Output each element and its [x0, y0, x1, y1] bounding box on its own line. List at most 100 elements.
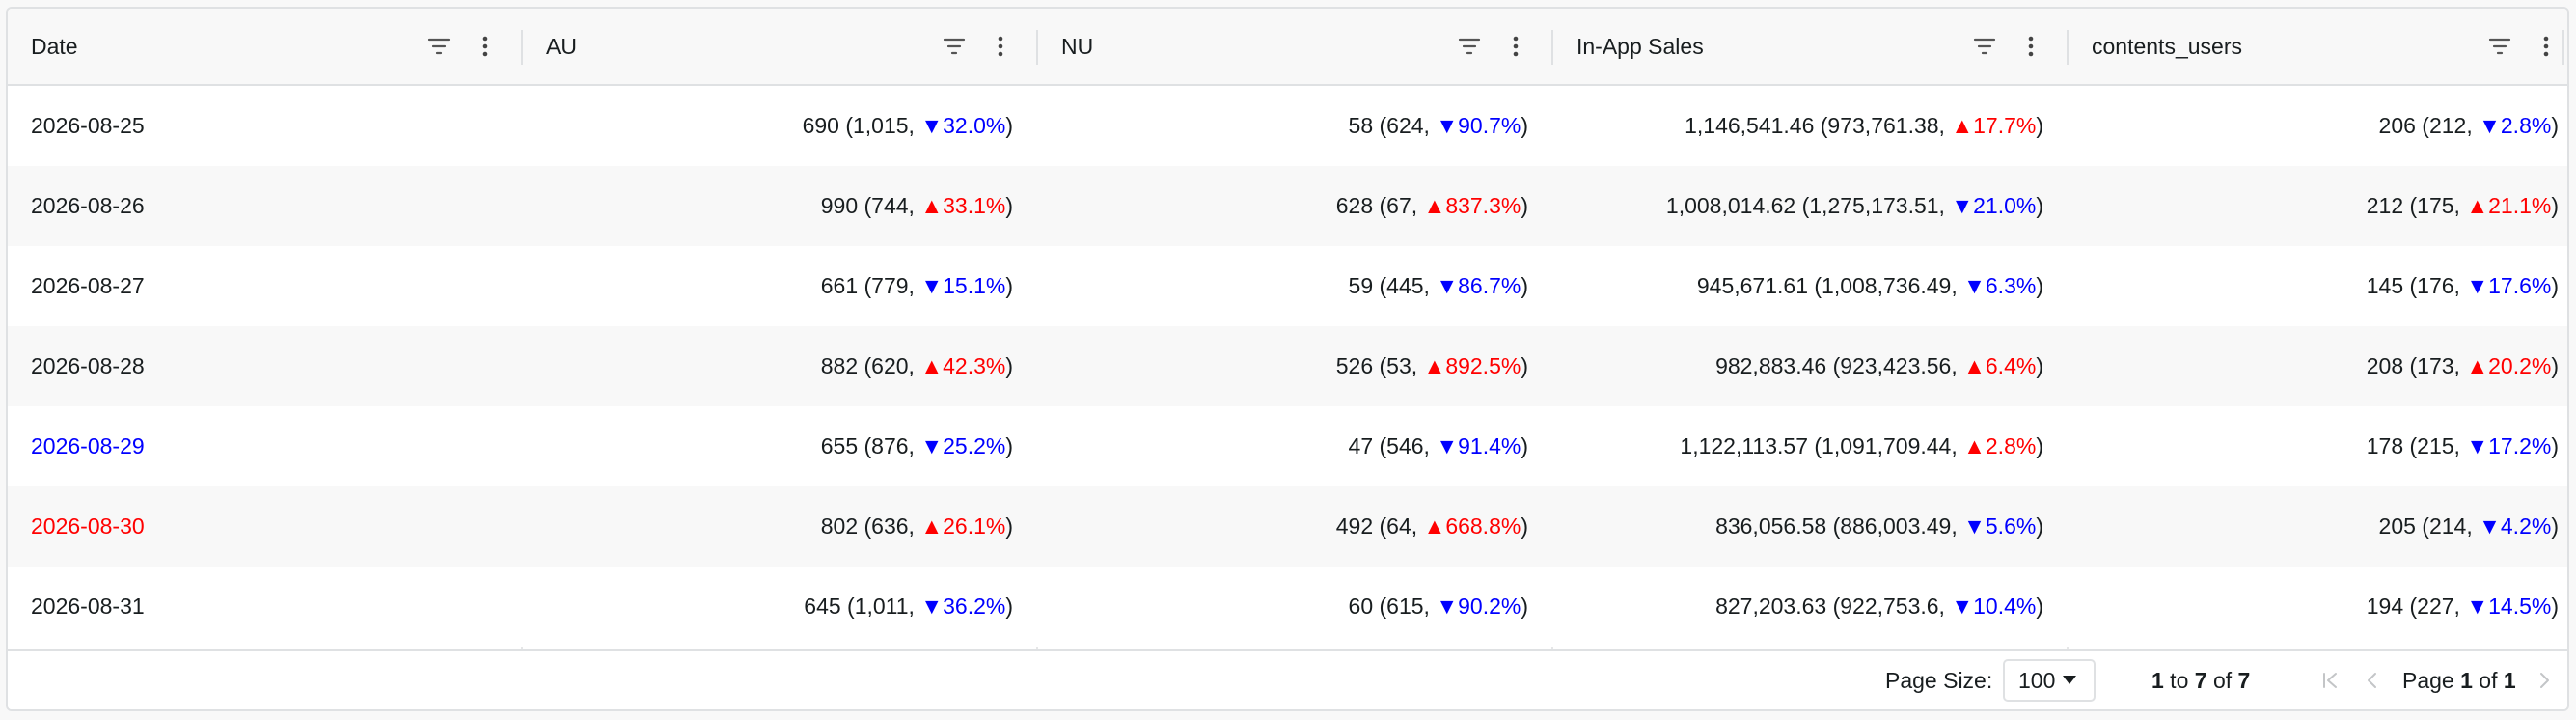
metric-cell[interactable]: 690 (1,015, ▼ 32.0%) — [523, 86, 1036, 166]
triangle-up-icon: ▲ — [920, 513, 944, 539]
metric-cell[interactable]: 208 (173, ▲ 20.2%) — [2069, 326, 2567, 406]
vertical-dots-menu-icon[interactable] — [471, 32, 500, 61]
next-page-icon[interactable] — [2532, 668, 2557, 693]
metric-cell[interactable]: 645 (1,011, ▼ 36.2%) — [523, 567, 1036, 647]
change-percent: 14.5% — [2488, 594, 2552, 619]
metric-cell[interactable]: 802 (636, ▲ 26.1%) — [523, 486, 1036, 567]
metric-value: 990 (744, — [820, 193, 921, 218]
date-cell[interactable]: 2026-08-28 — [8, 326, 521, 406]
header-cell-in-app-sales[interactable]: In-App Sales — [1553, 9, 2067, 84]
filter-icon[interactable] — [425, 32, 453, 61]
close-paren: ) — [1521, 433, 1528, 458]
metric-value: 628 (67, — [1335, 193, 1424, 218]
date-cell[interactable]: 2026-08-29 — [8, 406, 521, 486]
vertical-dots-menu-icon[interactable] — [986, 32, 1015, 61]
date-cell[interactable]: 2026-08-31 — [8, 567, 521, 647]
header-cell-contents-users[interactable]: contents_users — [2069, 9, 2567, 84]
metric-cell[interactable]: 661 (779, ▼ 15.1%) — [523, 246, 1036, 326]
filter-icon[interactable] — [1970, 32, 1999, 61]
metric-cell[interactable]: 178 (215, ▼ 17.2%) — [2069, 406, 2567, 486]
metric-cell[interactable]: 1,122,113.57 (1,091,709.44, ▲ 2.8%) — [1553, 406, 2067, 486]
metric-cell[interactable]: 982,883.46 (923,423.56, ▲ 6.4%) — [1553, 326, 2067, 406]
page-size-select[interactable]: 100 — [2003, 659, 2096, 702]
metric-value: 661 (779, — [820, 273, 921, 298]
metric-cell[interactable]: 836,056.58 (886,003.49, ▼ 5.6%) — [1553, 486, 2067, 567]
metric-cell[interactable]: 1,146,541.46 (973,761.38, ▲ 17.7%) — [1553, 86, 2067, 166]
metric-cell[interactable]: 47 (546, ▼ 91.4%) — [1038, 406, 1551, 486]
metric-cell[interactable]: 1,008,014.62 (1,275,173.51, ▼ 21.0%) — [1553, 166, 2067, 246]
previous-page-icon[interactable] — [2360, 668, 2385, 693]
triangle-down-icon: ▼ — [920, 113, 944, 138]
row-range-last: 7 — [2194, 668, 2207, 693]
triangle-up-icon: ▲ — [2466, 193, 2489, 218]
header-separator[interactable] — [2562, 30, 2564, 65]
filter-icon[interactable] — [940, 32, 969, 61]
metric-cell[interactable]: 827,203.63 (922,753.6, ▼ 10.4%) — [1553, 567, 2067, 647]
change-percent: 17.7% — [1973, 113, 2037, 138]
page-indicator: Page 1 of 1 — [2402, 668, 2516, 694]
vertical-dots-menu-icon[interactable] — [2532, 32, 2561, 61]
close-paren: ) — [1005, 353, 1013, 378]
page-of: of — [2472, 668, 2504, 693]
change-percent: 668.8% — [1445, 513, 1521, 539]
header-label: Date — [31, 33, 78, 59]
close-paren: ) — [2036, 193, 2043, 218]
change-percent: 26.1% — [943, 513, 1006, 539]
metric-value: 945,671.61 (1,008,736.49, — [1696, 273, 1964, 298]
change-percent: 33.1% — [943, 193, 1006, 218]
metric-value: 60 (615, — [1348, 594, 1437, 619]
change-percent: 4.2% — [2500, 513, 2552, 539]
close-paren: ) — [2036, 594, 2043, 619]
metric-cell[interactable]: 212 (175, ▲ 21.1%) — [2069, 166, 2567, 246]
metric-cell[interactable]: 194 (227, ▼ 14.5%) — [2069, 567, 2567, 647]
metric-cell[interactable]: 882 (620, ▲ 42.3%) — [523, 326, 1036, 406]
metric-cell[interactable]: 628 (67, ▲ 837.3%) — [1038, 166, 1551, 246]
page-total: 1 — [2503, 668, 2516, 693]
metric-cell[interactable]: 59 (445, ▼ 86.7%) — [1038, 246, 1551, 326]
metric-value: 882 (620, — [820, 353, 921, 378]
date-cell[interactable]: 2026-08-26 — [8, 166, 521, 246]
close-paren: ) — [2036, 513, 2043, 539]
table-row: 2026-08-29 655 (876, ▼ 25.2%) 47 (546, ▼ 91.… — [8, 406, 2567, 486]
metric-value: 492 (64, — [1335, 513, 1424, 539]
filter-icon[interactable] — [1455, 32, 1484, 61]
metric-cell[interactable]: 145 (176, ▼ 17.6%) — [2069, 246, 2567, 326]
metric-cell[interactable]: 205 (214, ▼ 4.2%) — [2069, 486, 2567, 567]
metric-cell[interactable]: 655 (876, ▼ 25.2%) — [523, 406, 1036, 486]
triangle-down-icon: ▼ — [2466, 433, 2489, 458]
header-cell-au[interactable]: AU — [523, 9, 1036, 84]
caret-down-icon — [2063, 676, 2076, 684]
close-paren: ) — [2551, 513, 2559, 539]
header-cell-nu[interactable]: NU — [1038, 9, 1551, 84]
change-percent: 2.8% — [2500, 113, 2552, 138]
vertical-dots-menu-icon[interactable] — [1501, 32, 1530, 61]
change-percent: 21.1% — [2488, 193, 2552, 218]
metric-value: 194 (227, — [2366, 594, 2467, 619]
vertical-dots-menu-icon[interactable] — [2016, 32, 2045, 61]
close-paren: ) — [1521, 273, 1528, 298]
metric-cell[interactable]: 526 (53, ▲ 892.5%) — [1038, 326, 1551, 406]
grid-body: 2026-08-25 690 (1,015, ▼ 32.0%) 58 (624, ▼ 9… — [8, 86, 2567, 649]
data-grid: Date AU NU In-App Sales contents_users 2… — [6, 7, 2569, 711]
metric-cell[interactable]: 60 (615, ▼ 90.2%) — [1038, 567, 1551, 647]
header-cell-date[interactable]: Date — [8, 9, 521, 84]
metric-cell[interactable]: 58 (624, ▼ 90.7%) — [1038, 86, 1551, 166]
date-cell[interactable]: 2026-08-27 — [8, 246, 521, 326]
page-current: 1 — [2460, 668, 2473, 693]
change-percent: 15.1% — [943, 273, 1006, 298]
metric-cell[interactable]: 492 (64, ▲ 668.8%) — [1038, 486, 1551, 567]
metric-value: 690 (1,015, — [802, 113, 921, 138]
date-cell[interactable]: 2026-08-30 — [8, 486, 521, 567]
date-cell[interactable]: 2026-08-25 — [8, 86, 521, 166]
metric-cell[interactable]: 990 (744, ▲ 33.1%) — [523, 166, 1036, 246]
metric-cell[interactable]: 206 (212, ▼ 2.8%) — [2069, 86, 2567, 166]
metric-cell[interactable]: 945,671.61 (1,008,736.49, ▼ 6.3%) — [1553, 246, 2067, 326]
change-percent: 86.7% — [1458, 273, 1521, 298]
close-paren: ) — [2551, 594, 2559, 619]
metric-value: 982,883.46 (923,423.56, — [1715, 353, 1964, 378]
filter-icon[interactable] — [2485, 32, 2514, 61]
change-percent: 837.3% — [1445, 193, 1521, 218]
first-page-icon[interactable] — [2317, 668, 2343, 693]
change-percent: 2.8% — [1985, 433, 2037, 458]
close-paren: ) — [2036, 433, 2043, 458]
